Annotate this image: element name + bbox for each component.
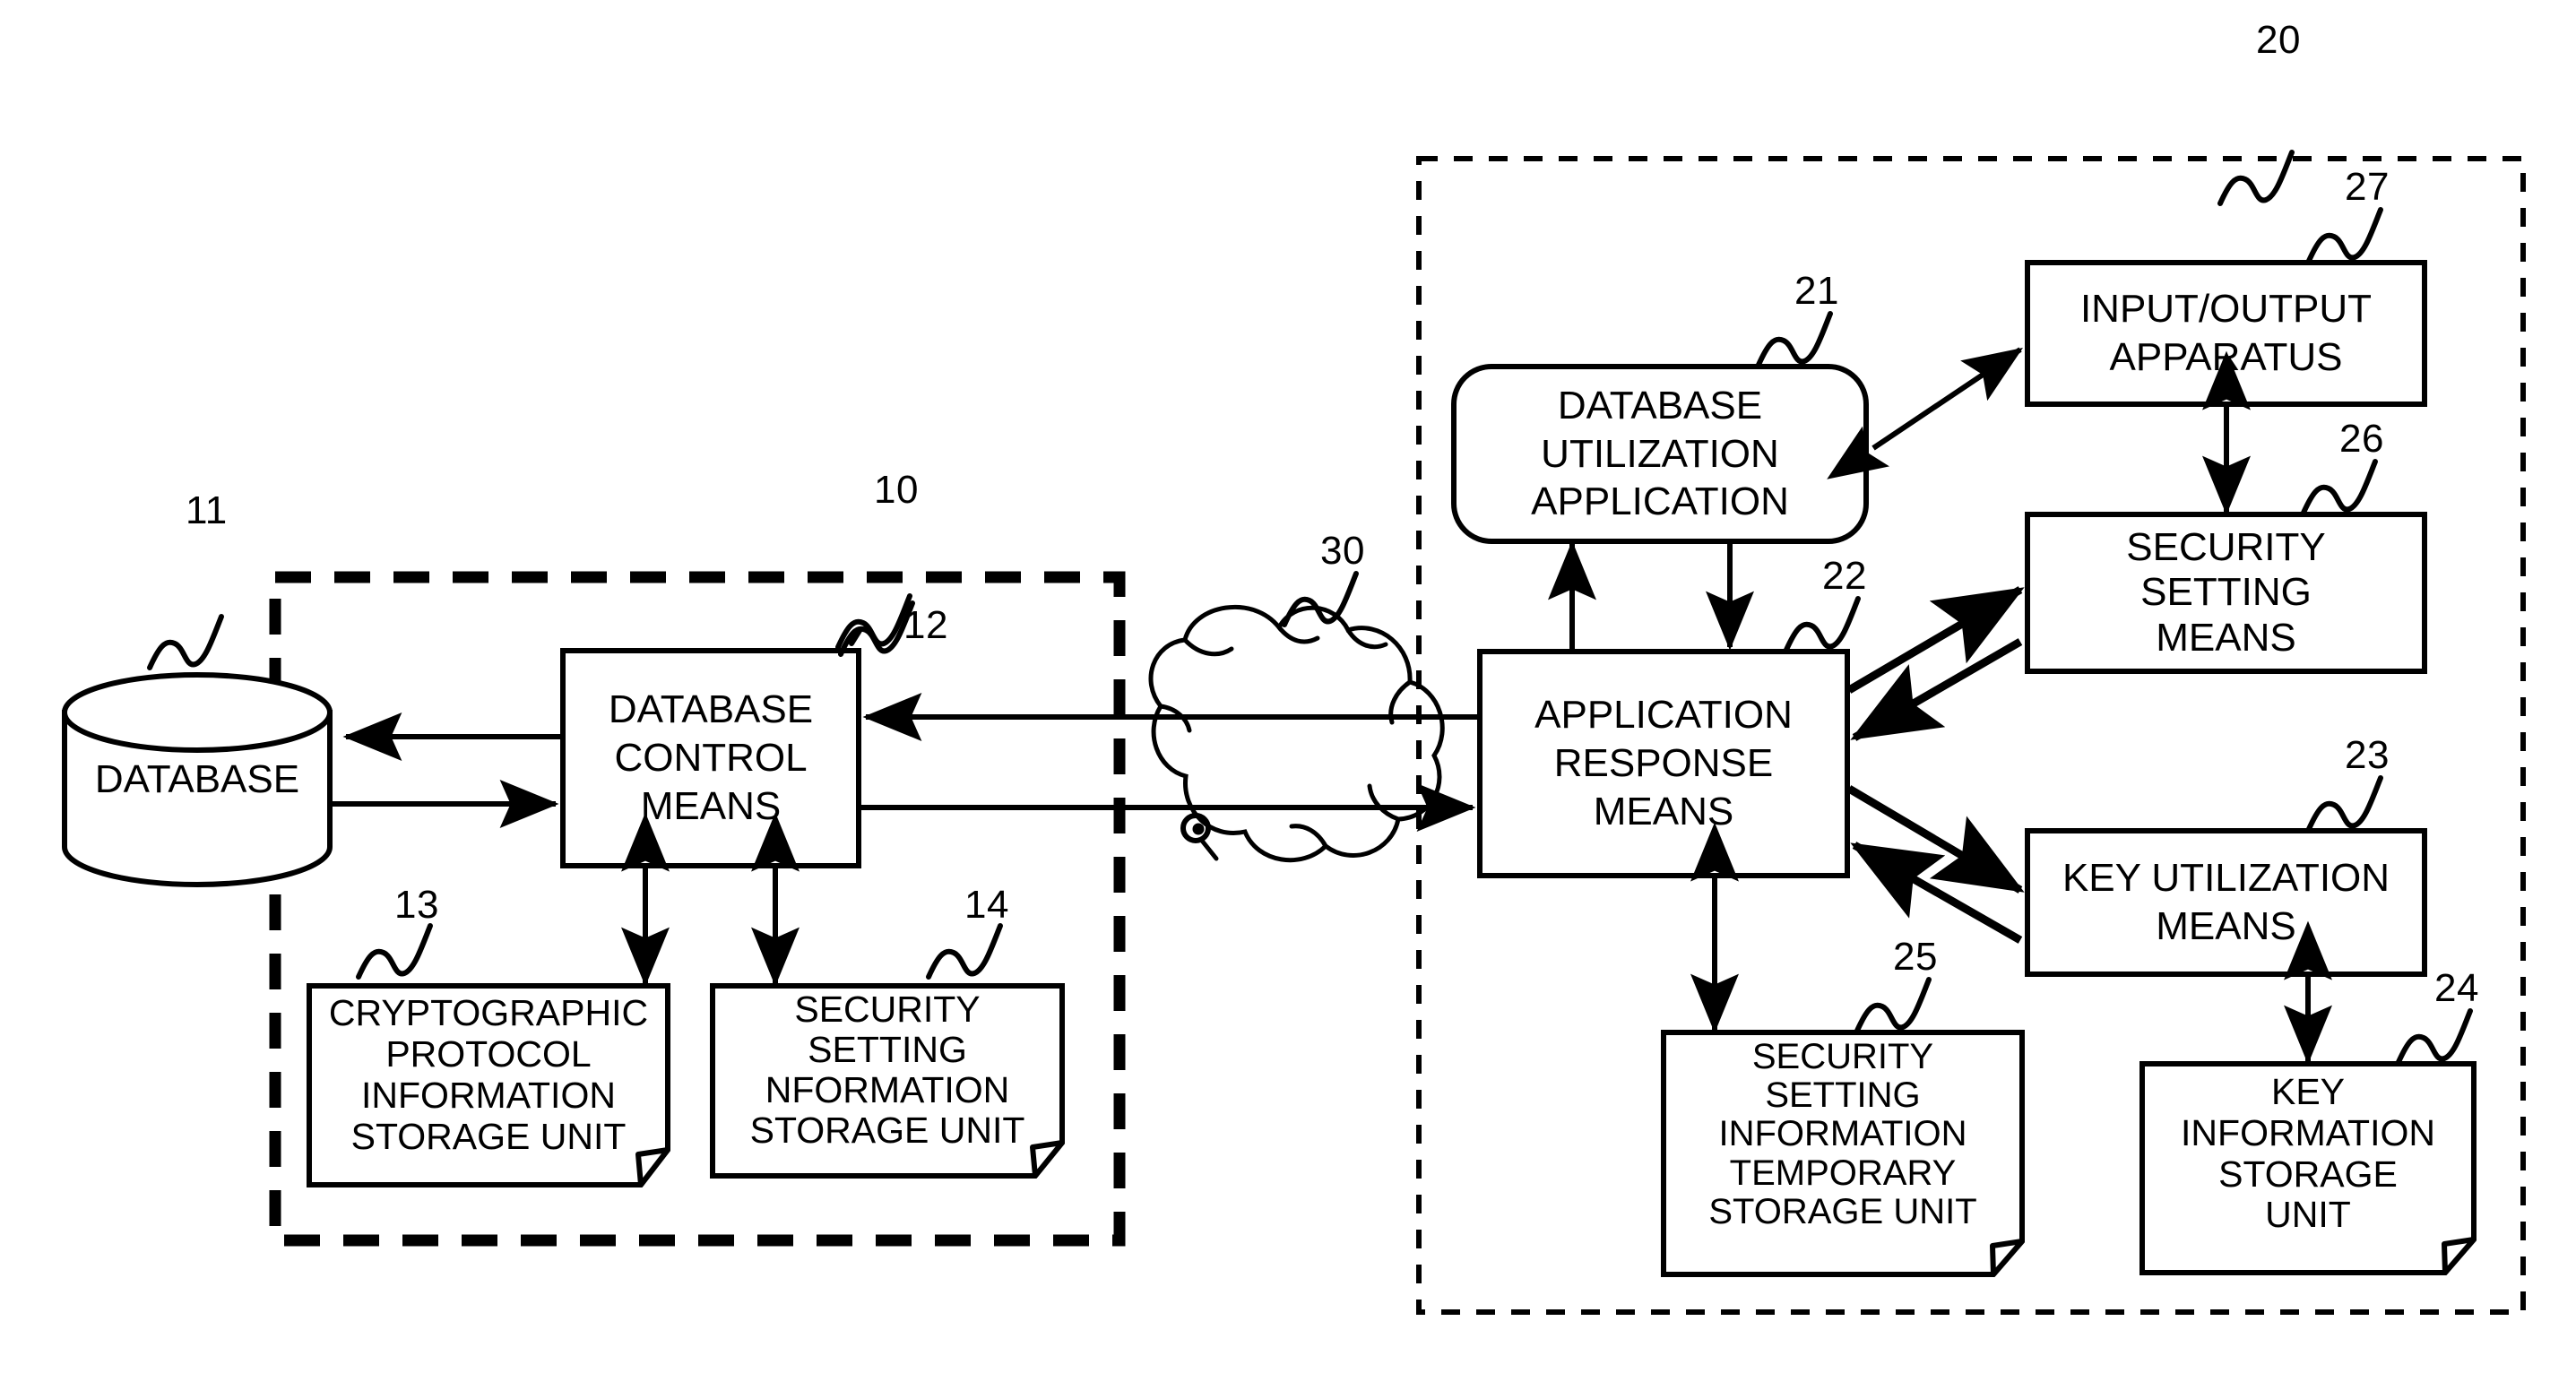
database-cylinder: [62, 672, 333, 887]
ref-numeral-12: 12: [903, 603, 948, 647]
database-control-means-box: [560, 648, 861, 868]
ref-numeral-14: 14: [964, 883, 1009, 927]
connector-key-utilization-to-appresponse: [1850, 842, 2023, 944]
input-output-apparatus-box: [2025, 260, 2427, 407]
network-cloud: [1148, 605, 1445, 863]
security-setting-means-box: [2025, 512, 2427, 674]
ref-numeral-27: 27: [2345, 165, 2390, 209]
ref-numeral-24: 24: [2434, 966, 2479, 1010]
security-setting-temporary-storage-doc: [1661, 1030, 2025, 1277]
connector-dbapp-to-io-apparatus: [1827, 347, 2023, 479]
ref-numeral-13: 13: [394, 883, 439, 927]
ref-numeral-25: 25: [1893, 935, 1938, 979]
key-utilization-means-box: [2025, 828, 2427, 977]
application-response-means-box: [1477, 649, 1850, 878]
connector-appresponse-to-security-setting-means: [1846, 586, 2025, 694]
ref-numeral-11: 11: [186, 488, 228, 532]
connector-appresponse-to-key-utilization: [1846, 785, 2025, 894]
cryptographic-protocol-storage-doc: [307, 983, 670, 1187]
ref-numeral-26: 26: [2339, 417, 2384, 461]
database-utilization-application-box: [1451, 364, 1869, 544]
key-information-storage-doc: [2139, 1061, 2477, 1275]
ref-numeral-10: 10: [874, 468, 919, 512]
security-setting-information-storage-doc: [710, 983, 1065, 1179]
diagram-vector-layer: [62, 150, 2526, 1315]
ref-numeral-30: 30: [1320, 529, 1365, 573]
ref-numeral-22: 22: [1822, 554, 1867, 598]
ref-numeral-20: 20: [2256, 18, 2301, 62]
figure-canvas: DATABASE DATABASE CONTROL MEANS CRYPTOGR…: [0, 0, 2576, 1399]
ref-numeral-23: 23: [2345, 733, 2390, 777]
ref-numeral-21: 21: [1794, 269, 1839, 313]
connector-security-setting-means-to-appresponse: [1850, 638, 2023, 741]
